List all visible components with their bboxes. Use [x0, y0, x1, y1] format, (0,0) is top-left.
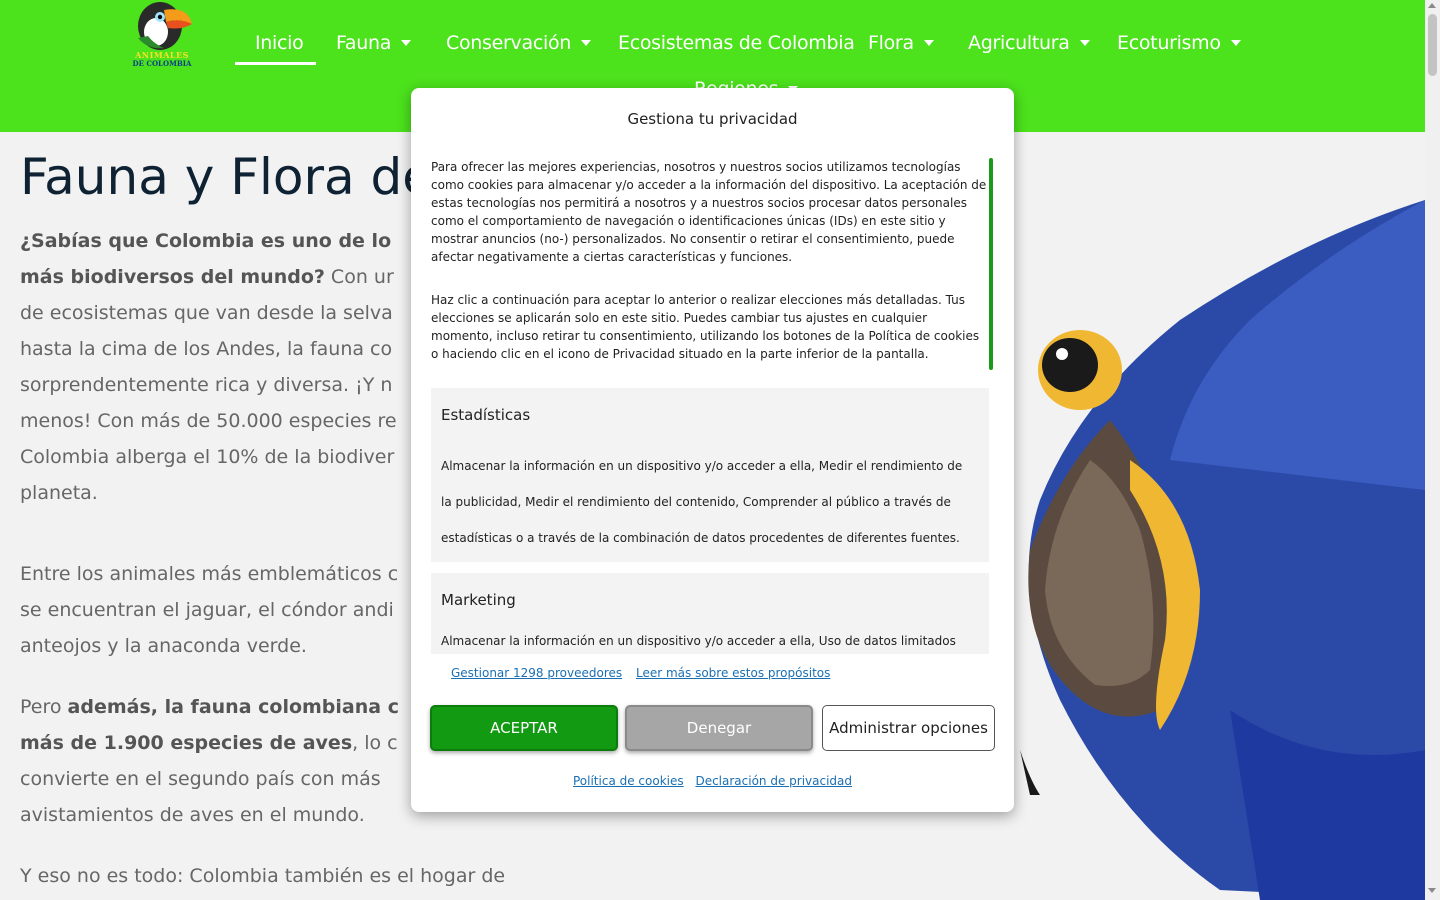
nav-item-label: Agricultura: [968, 32, 1070, 54]
page-title: Fauna y Flora de: [20, 148, 434, 206]
consent-title: Gestiona tu privacidad: [627, 110, 798, 128]
cookie-consent-dialog: Gestiona tu privacidad Para ofrecer las …: [411, 88, 1014, 812]
consent-category-marketing[interactable]: Marketing Almacenar la información en un…: [431, 573, 989, 654]
paragraph-line: anteojos y la anaconda verde.: [20, 635, 307, 657]
category-title: Marketing: [441, 591, 516, 609]
intro-line: hasta la cima de los Andes, la fauna co: [20, 338, 393, 360]
nav-item-inicio[interactable]: Inicio: [255, 30, 304, 56]
caret-down-icon: [401, 40, 412, 46]
cookie-policy-link[interactable]: Política de cookies: [573, 774, 684, 788]
privacy-statement-link[interactable]: Declaración de privacidad: [695, 774, 852, 788]
paragraph-line: Entre los animales más emblemáticos c: [20, 563, 399, 585]
logo-text-line2: DE COLOMBIA: [132, 59, 192, 68]
intro-line: sorprendentemente rica y diversa. ¡Y n: [20, 374, 393, 396]
consent-links: Gestionar 1298 proveedores Leer más sobr…: [451, 666, 840, 680]
paragraph-line: avistamientos de aves en el mundo.: [20, 804, 365, 826]
nav-item-label: Ecoturismo: [1117, 32, 1221, 54]
more-paragraph: Y eso no es todo: Colombia también es el…: [20, 858, 560, 894]
category-title: Estadísticas: [441, 406, 531, 424]
paragraph-line: se encuentran el jaguar, el cóndor andi: [20, 599, 394, 621]
nav-item-agricultura[interactable]: Agricultura: [968, 30, 1090, 56]
paragraph-bold-2: más de 1.900 especies de aves: [20, 732, 353, 754]
read-purposes-link[interactable]: Leer más sobre estos propósitos: [636, 666, 830, 680]
intro-line: de ecosistemas que van desde la selva: [20, 302, 393, 324]
nav-item-label: Ecosistemas de Colombia: [618, 32, 855, 54]
nav-item-label: Fauna: [336, 32, 392, 54]
page-scrollbar[interactable]: [1425, 0, 1440, 900]
caret-down-icon: [1079, 40, 1090, 46]
paragraph-text: , lo c: [352, 732, 398, 754]
consent-scrollbar-thumb[interactable]: [989, 158, 993, 370]
consent-text-2: Haz clic a continuación para aceptar lo …: [431, 293, 980, 361]
consent-category-statistics[interactable]: Estadísticas Almacenar la información en…: [431, 388, 989, 562]
intro-bold: ¿Sabías que Colombia es uno de lo: [20, 230, 392, 252]
paragraph-line: convierte en el segundo país con más: [20, 768, 381, 790]
category-description: Almacenar la información en un dispositi…: [441, 459, 963, 545]
scroll-down-arrow-icon[interactable]: [1428, 888, 1436, 893]
nav-item-fauna[interactable]: Fauna: [336, 30, 412, 56]
nav-item-conservacion[interactable]: Conservación: [446, 30, 592, 56]
nav-active-indicator: [235, 62, 316, 65]
paragraph-line: Y eso no es todo: Colombia también es el…: [20, 865, 506, 887]
manage-options-button[interactable]: Administrar opciones: [822, 705, 995, 751]
nav-item-ecoturismo[interactable]: Ecoturismo: [1117, 30, 1241, 56]
deny-button[interactable]: Denegar: [625, 705, 813, 751]
logo-text-line1: ANIMALES: [135, 50, 189, 60]
intro-bold-2: más biodiversos del mundo?: [20, 266, 325, 288]
category-description: Almacenar la información en un dispositi…: [441, 634, 956, 648]
nav-item-ecosistemas[interactable]: Ecosistemas de Colombia: [618, 30, 855, 56]
consent-footer-links: Política de cookies Declaración de priva…: [411, 774, 1014, 788]
page-scrollbar-thumb[interactable]: [1428, 14, 1437, 76]
caret-down-icon: [581, 40, 592, 46]
site-logo[interactable]: ANIMALES DE COLOMBIA: [130, 0, 194, 72]
intro-line: menos! Con más de 50.000 especies re: [20, 410, 397, 432]
nav-item-label: Flora: [868, 32, 914, 54]
consent-text-1: Para ofrecer las mejores experiencias, n…: [431, 160, 987, 264]
intro-line: planeta.: [20, 482, 98, 504]
caret-down-icon: [923, 40, 934, 46]
paragraph-text: Pero: [20, 696, 68, 718]
toucan-logo-icon: [138, 2, 192, 50]
accept-button[interactable]: ACEPTAR: [430, 705, 618, 751]
manage-vendors-link[interactable]: Gestionar 1298 proveedores: [451, 666, 622, 680]
scroll-up-arrow-icon[interactable]: [1428, 3, 1436, 8]
caret-down-icon: [1230, 40, 1241, 46]
intro-line: Colombia alberga el 10% de la biodiver: [20, 446, 395, 468]
intro-text: Con ur: [324, 266, 394, 288]
nav-item-label: Inicio: [255, 32, 304, 54]
paragraph-bold: además, la fauna colombiana c: [67, 696, 399, 718]
parrot-image: [1020, 200, 1425, 900]
nav-item-flora[interactable]: Flora: [868, 30, 934, 56]
nav-item-label: Conservación: [446, 32, 572, 54]
